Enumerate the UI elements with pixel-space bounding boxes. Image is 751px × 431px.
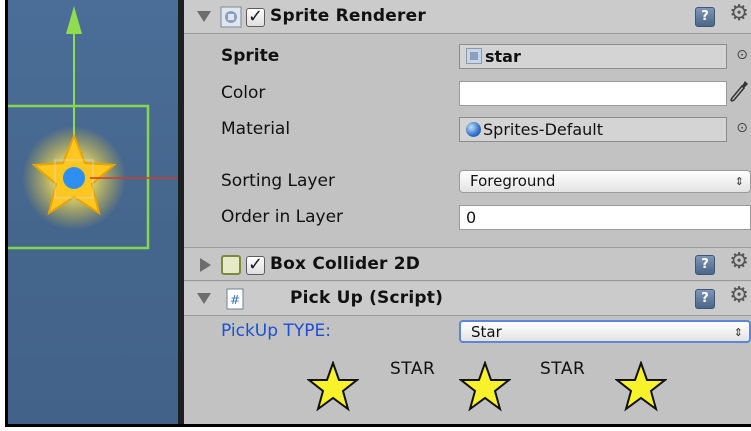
star-icon	[459, 361, 511, 412]
order-in-layer-input[interactable]: 0	[459, 205, 751, 230]
color-row: Color	[184, 79, 751, 109]
sorting-layer-value: Foreground	[470, 172, 556, 190]
object-picker-icon[interactable]: ⊙	[736, 47, 748, 63]
box-collider-header[interactable]: ✓ Box Collider 2D ? ⚙	[184, 247, 751, 281]
sprite-label: Sprite	[221, 46, 280, 66]
sorting-layer-label: Sorting Layer	[221, 171, 335, 191]
box-collider-enabled-checkbox[interactable]: ✓	[246, 256, 265, 275]
material-sphere-icon	[466, 122, 481, 137]
sprite-renderer-header[interactable]: ✓ Sprite Renderer ? ⚙	[184, 0, 751, 34]
sprite-row: Sprite star ⊙	[184, 42, 751, 72]
object-picker-icon[interactable]: ⊙	[736, 120, 748, 136]
pickup-type-dropdown[interactable]: Star ⇕	[459, 320, 751, 343]
foldout-collapsed-icon[interactable]	[200, 258, 211, 272]
gear-icon[interactable]: ⚙	[729, 285, 749, 307]
foldout-expanded-icon[interactable]	[197, 293, 211, 304]
gear-icon[interactable]: ⚙	[729, 251, 749, 273]
sprite-value: star	[485, 47, 521, 66]
sprite-renderer-title: Sprite Renderer	[270, 6, 426, 26]
sorting-layer-row: Sorting Layer Foreground ⇕	[184, 167, 751, 197]
star-label: STAR	[540, 359, 586, 379]
material-label: Material	[221, 119, 291, 139]
svg-text:#: #	[230, 293, 240, 307]
pivot-handle[interactable]	[63, 167, 85, 189]
unity-editor-window: ✓ Sprite Renderer ? ⚙ Sprite star ⊙ Colo…	[5, 0, 751, 427]
sprite-field[interactable]: star	[459, 44, 727, 69]
help-icon[interactable]: ?	[695, 289, 715, 309]
pickup-type-row: PickUp TYPE: Star ⇕	[184, 317, 751, 347]
dropdown-arrows-icon: ⇕	[733, 326, 743, 339]
scene-view[interactable]	[8, 0, 178, 424]
star-label: STAR	[390, 359, 436, 379]
csharp-script-icon: #	[224, 288, 246, 310]
pickup-script-title: Pick Up (Script)	[290, 288, 444, 308]
gear-icon[interactable]: ⚙	[729, 3, 749, 25]
box-collider-icon	[220, 254, 242, 276]
color-field[interactable]	[459, 81, 727, 106]
sprite-thumbnail-icon	[466, 48, 482, 64]
sprite-renderer-enabled-checkbox[interactable]: ✓	[246, 8, 265, 27]
foldout-expanded-icon[interactable]	[197, 11, 211, 22]
order-in-layer-label: Order in Layer	[221, 207, 344, 227]
material-value: Sprites-Default	[483, 120, 604, 139]
material-field[interactable]: Sprites-Default	[459, 117, 727, 142]
help-icon[interactable]: ?	[695, 7, 715, 27]
scene-gizmos	[8, 6, 178, 250]
color-label: Color	[221, 83, 266, 103]
box-collider-title: Box Collider 2D	[270, 254, 421, 274]
dropdown-arrows-icon: ⇕	[734, 175, 744, 188]
pickup-script-header[interactable]: # Pick Up (Script) ? ⚙	[184, 282, 751, 316]
order-in-layer-row: Order in Layer 0	[184, 203, 751, 233]
y-axis-arrow-icon[interactable]	[66, 6, 82, 34]
sorting-layer-dropdown[interactable]: Foreground ⇕	[459, 170, 751, 193]
eyedropper-icon[interactable]	[729, 79, 749, 105]
pickup-type-label: PickUp TYPE:	[221, 321, 331, 341]
material-row: Material Sprites-Default ⊙	[184, 115, 751, 145]
sprite-renderer-icon	[220, 6, 242, 28]
inspector-panel: ✓ Sprite Renderer ? ⚙ Sprite star ⊙ Colo…	[184, 0, 751, 424]
star-icon	[615, 361, 667, 412]
pickup-type-value: Star	[471, 323, 502, 341]
star-icon	[307, 361, 359, 412]
help-icon[interactable]: ?	[695, 255, 715, 275]
star-preview-area: STAR STAR	[184, 355, 751, 424]
